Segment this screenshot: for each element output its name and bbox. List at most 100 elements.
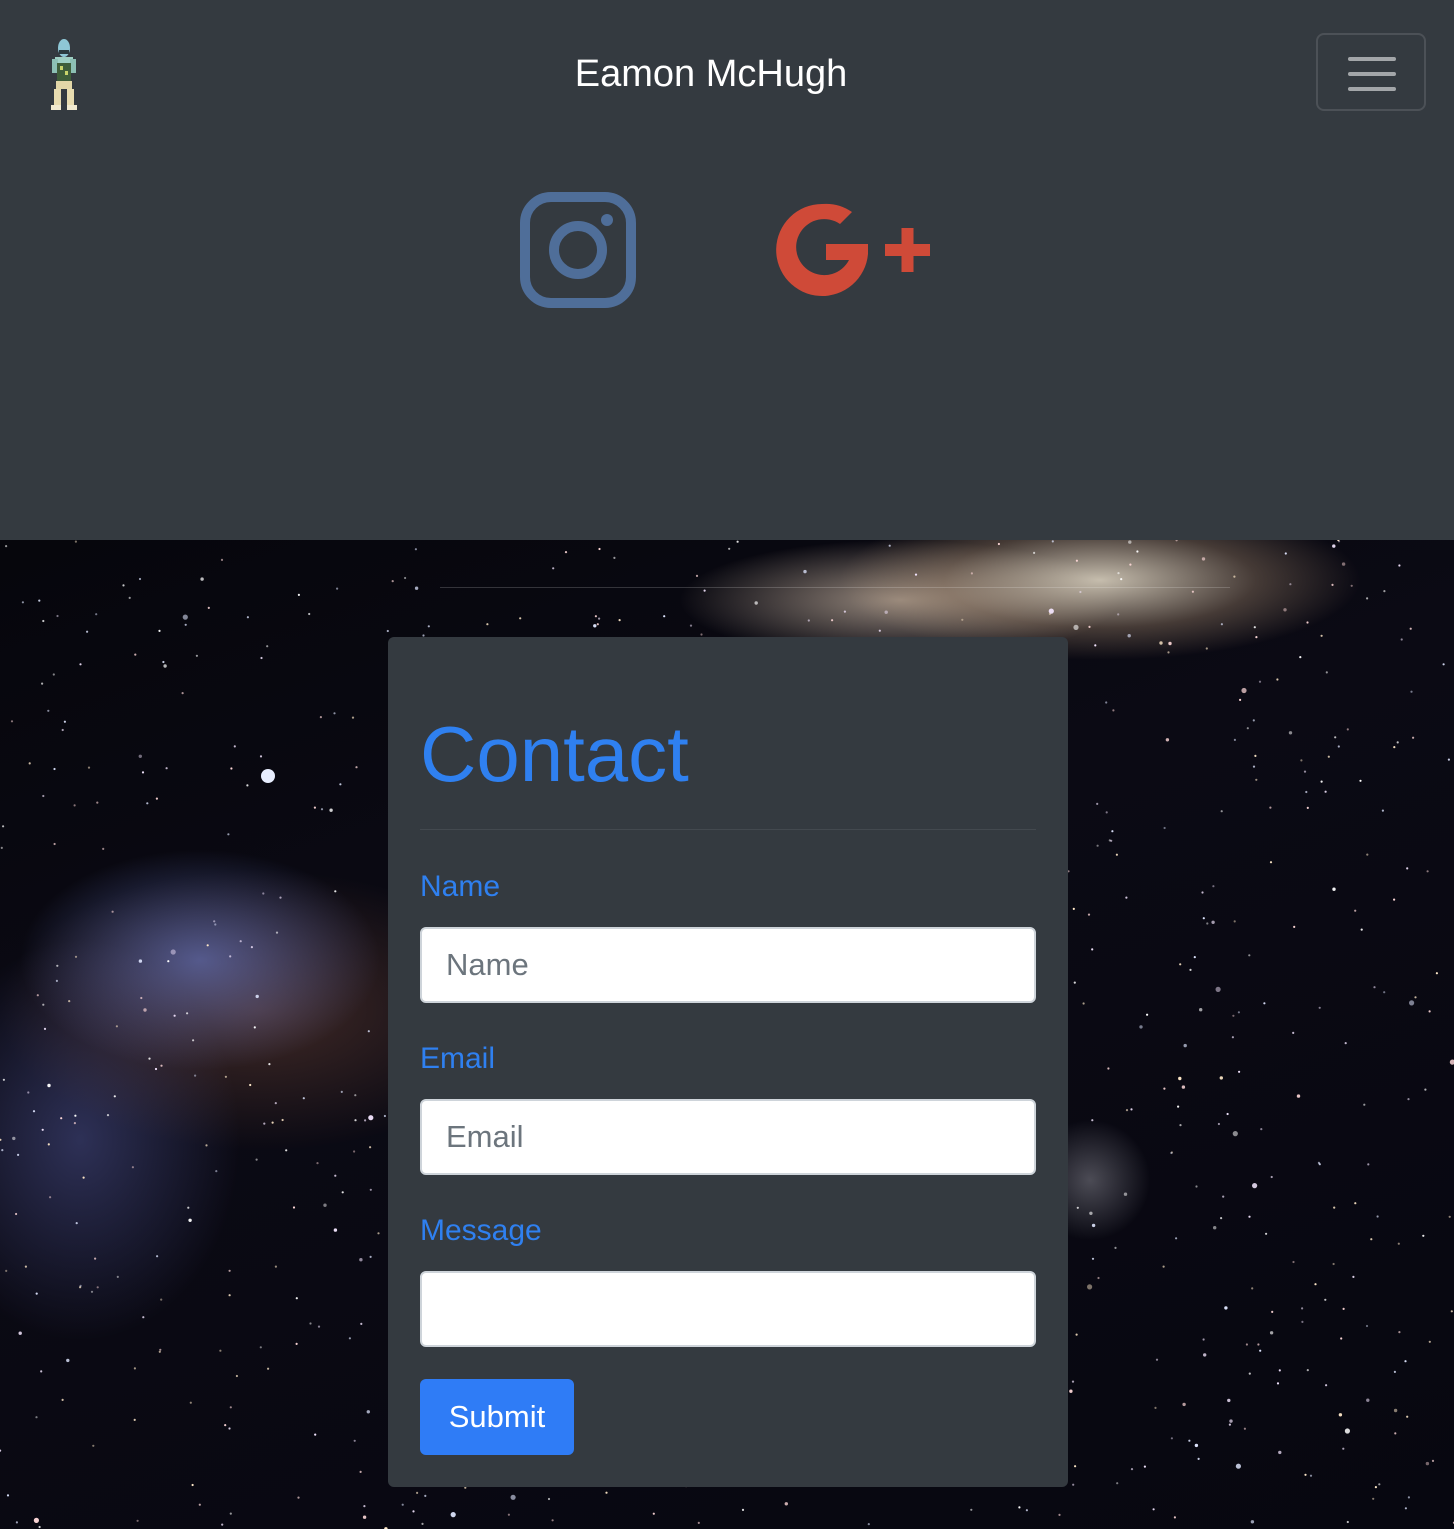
star [158, 629, 161, 632]
name-label: Name [420, 870, 501, 903]
star [598, 617, 601, 620]
star [189, 1401, 192, 1404]
star [18, 1331, 22, 1335]
star [1182, 1402, 1186, 1407]
email-input[interactable] [420, 1099, 1036, 1175]
star [255, 994, 259, 999]
star [1243, 1427, 1246, 1430]
star [1117, 613, 1120, 616]
star [1337, 745, 1340, 748]
star [115, 1025, 118, 1028]
star [1271, 1310, 1274, 1313]
star [35, 1292, 38, 1295]
star [1406, 867, 1409, 870]
star [519, 617, 522, 620]
star [1342, 1307, 1345, 1310]
star [27, 1091, 30, 1094]
star [1412, 736, 1415, 739]
star [12, 1136, 16, 1141]
star [1296, 1094, 1301, 1098]
star [221, 1523, 224, 1526]
star [73, 804, 76, 807]
star [49, 1196, 52, 1199]
star [1338, 1413, 1343, 1417]
star [143, 1008, 147, 1012]
star [1202, 1338, 1205, 1341]
star [1096, 844, 1099, 847]
star [339, 783, 342, 786]
star [1397, 1242, 1400, 1245]
star [227, 833, 230, 836]
star [1259, 1349, 1262, 1352]
star [295, 1342, 298, 1345]
star [421, 1522, 424, 1525]
star [128, 596, 131, 599]
star [233, 745, 236, 748]
star [416, 1491, 419, 1494]
star [1409, 1000, 1415, 1006]
star [652, 1512, 655, 1515]
star [697, 1521, 700, 1524]
star [368, 1115, 374, 1121]
star [41, 682, 44, 685]
star [1300, 759, 1303, 762]
name-input[interactable] [420, 927, 1036, 1003]
star [1051, 540, 1054, 543]
star [1344, 1042, 1347, 1045]
star [412, 1510, 415, 1513]
star [1146, 1013, 1149, 1016]
star [663, 615, 666, 618]
star [1248, 954, 1251, 957]
hamburger-menu-button[interactable] [1316, 33, 1426, 111]
divider [420, 829, 1036, 830]
star [1220, 810, 1223, 813]
star [96, 801, 99, 804]
star [1111, 830, 1114, 833]
star [1178, 1076, 1182, 1081]
star [160, 1298, 163, 1301]
star [1449, 1059, 1454, 1065]
star [215, 1170, 218, 1173]
star [142, 1316, 145, 1319]
star [162, 660, 165, 664]
star [17, 1153, 20, 1156]
message-input[interactable] [420, 1271, 1036, 1347]
star [551, 1519, 554, 1522]
star [1442, 663, 1445, 666]
star [163, 664, 167, 668]
star [1246, 727, 1249, 730]
star [1447, 758, 1450, 761]
star [1448, 1215, 1451, 1218]
star [229, 1512, 232, 1515]
star [1342, 1447, 1345, 1450]
star [228, 1427, 231, 1430]
star [92, 1444, 95, 1447]
star [224, 1075, 227, 1078]
google-plus-icon[interactable] [772, 200, 934, 300]
star [1301, 1307, 1304, 1310]
star [364, 1119, 367, 1122]
star [1170, 1437, 1173, 1440]
star [285, 1149, 288, 1152]
star [220, 558, 224, 561]
star [1334, 736, 1337, 739]
star [309, 1322, 312, 1325]
star [140, 996, 143, 1000]
star [1154, 1406, 1157, 1409]
star [1407, 1098, 1410, 1101]
star [1410, 690, 1413, 693]
star [213, 920, 216, 923]
star [28, 762, 31, 765]
star [1152, 1508, 1155, 1511]
hamburger-menu-icon [1348, 87, 1396, 91]
star [1139, 1025, 1143, 1029]
submit-button[interactable]: Submit [420, 1379, 574, 1455]
star [170, 949, 176, 955]
star [689, 624, 693, 627]
star [1360, 928, 1363, 931]
star [206, 944, 209, 947]
star [1254, 754, 1257, 757]
instagram-icon[interactable] [520, 192, 636, 308]
brand-title[interactable]: Eamon McHugh [0, 50, 1422, 98]
star [207, 606, 210, 609]
